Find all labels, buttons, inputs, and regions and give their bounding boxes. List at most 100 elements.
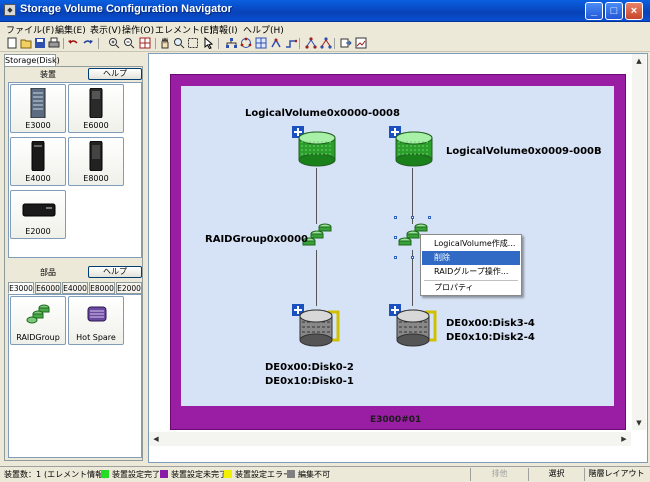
logical-volume-right-icon[interactable]	[389, 126, 435, 168]
app-icon[interactable]: ◆	[4, 4, 16, 16]
status-exclusive-mode: 排他	[470, 468, 528, 481]
vertical-scrollbar[interactable]: ▲ ▼	[632, 54, 646, 430]
print-icon[interactable]	[48, 37, 60, 49]
disk-right-label-2: DE0x10:Disk2-4	[446, 332, 535, 343]
device-label: E3000	[25, 121, 51, 130]
menu-info[interactable]: 情報(I)	[210, 23, 238, 36]
minimize-button[interactable]: _	[585, 2, 603, 20]
selection-handle[interactable]	[411, 216, 414, 219]
device-e6000-button[interactable]: E6000	[68, 84, 124, 133]
scroll-down-icon[interactable]: ▼	[632, 416, 646, 430]
selection-handle[interactable]	[394, 216, 397, 219]
connector-line	[316, 168, 317, 224]
parts-section-header: 部品 ヘルプ	[8, 266, 142, 279]
selection-handle[interactable]	[394, 236, 397, 239]
menu-element[interactable]: エレメント(E)	[155, 23, 213, 36]
fit-icon[interactable]	[139, 37, 151, 49]
marquee-icon[interactable]	[187, 37, 199, 49]
logical-volume-left-icon[interactable]	[292, 126, 338, 168]
status-bar: 装置数：1 (エレメント情報) 装置設定完了 装置設定未完了 装置設定エラー 編…	[0, 466, 650, 482]
menu-item-properties[interactable]: プロパティ	[422, 281, 520, 295]
raidgroup-icon	[26, 304, 50, 324]
selection-handle[interactable]	[428, 216, 431, 219]
menu-help[interactable]: ヘルプ(H)	[243, 23, 284, 36]
logical-volume-right-label: LogicalVolume0x0009-000B	[446, 146, 602, 157]
device-e3000-button[interactable]: E3000	[10, 84, 66, 133]
device-e2000-button[interactable]: E2000	[10, 190, 66, 239]
e8000-icon	[89, 141, 103, 171]
part-label: Hot Spare	[76, 333, 116, 342]
device-label: E4000	[25, 174, 51, 183]
parts-help-button[interactable]: ヘルプ	[88, 266, 142, 278]
hierarchy-icon[interactable]	[305, 37, 317, 49]
parts-palette: RAIDGroup Hot Spare	[8, 294, 142, 458]
disk-left-label-1: DE0x00:Disk0-2	[265, 362, 354, 373]
selection-handle[interactable]	[394, 256, 397, 259]
menu-operation[interactable]: 操作(O)	[122, 23, 154, 36]
grid-layout-icon[interactable]	[255, 37, 267, 49]
save-icon[interactable]	[34, 37, 46, 49]
device-help-button[interactable]: ヘルプ	[88, 68, 142, 80]
hierarchy-alt-icon[interactable]	[320, 37, 332, 49]
scroll-up-icon[interactable]: ▲	[632, 54, 646, 68]
maximize-button[interactable]: □	[605, 2, 623, 20]
device-section-header: 装置 ヘルプ	[8, 68, 142, 81]
tree-layout-icon[interactable]	[225, 37, 237, 49]
menu-item-raid-group-operation[interactable]: RAIDグループ操作...	[422, 265, 520, 279]
tab-e8000[interactable]: E8000	[89, 282, 115, 294]
menu-item-delete[interactable]: 削除	[422, 251, 520, 265]
disk-left-label-2: DE0x10:Disk0-1	[265, 376, 354, 387]
enclosure-label: E3000#01	[370, 415, 422, 425]
organic-layout-icon[interactable]	[270, 37, 282, 49]
connector-line	[316, 250, 317, 306]
menu-item-create-logical-volume[interactable]: LogicalVolume作成...	[422, 237, 520, 251]
tab-storage-disk[interactable]: Storage(Disk)	[4, 54, 60, 66]
status-layout-mode: 階層レイアウト	[584, 468, 648, 481]
new-icon[interactable]	[6, 37, 18, 49]
menu-file[interactable]: ファイル(F)	[6, 23, 54, 36]
tab-e4000[interactable]: E4000	[62, 282, 88, 294]
palette-body: 装置 ヘルプ E3000 E6000 E4000 E8000 E2000 部品 …	[4, 66, 143, 461]
toolbar	[0, 36, 650, 52]
tab-e3000[interactable]: E3000	[8, 282, 34, 294]
zoom-area-icon[interactable]	[173, 37, 185, 49]
pan-icon[interactable]	[159, 37, 171, 49]
context-menu: LogicalVolume作成... 削除 RAIDグループ操作... プロパテ…	[420, 234, 522, 296]
tab-e6000[interactable]: E6000	[35, 282, 61, 294]
menu-view[interactable]: 表示(V)	[90, 23, 121, 36]
device-e8000-button[interactable]: E8000	[68, 137, 124, 186]
tab-e2000[interactable]: E2000	[116, 282, 142, 294]
part-label: RAIDGroup	[16, 333, 60, 342]
selection-handle[interactable]	[411, 256, 414, 259]
disk-right-icon[interactable]	[389, 304, 441, 348]
circle-layout-icon[interactable]	[240, 37, 252, 49]
export-icon[interactable]	[340, 37, 352, 49]
device-palette: E3000 E6000 E4000 E8000 E2000	[8, 82, 142, 258]
undo-icon[interactable]	[67, 37, 79, 49]
redo-icon[interactable]	[82, 37, 94, 49]
open-icon[interactable]	[20, 37, 32, 49]
zoom-out-icon[interactable]	[123, 37, 135, 49]
zoom-in-icon[interactable]	[108, 37, 120, 49]
horizontal-scrollbar[interactable]: ◀ ▶	[149, 432, 631, 446]
scroll-left-icon[interactable]: ◀	[149, 432, 163, 446]
e4000-icon	[31, 141, 45, 171]
e3000-icon	[30, 88, 46, 118]
scroll-right-icon[interactable]: ▶	[617, 432, 631, 446]
legend-incomplete-label: 装置設定未完了	[171, 470, 227, 479]
disk-right-label-1: DE0x00:Disk3-4	[446, 318, 535, 329]
part-raidgroup-button[interactable]: RAIDGroup	[10, 296, 66, 345]
window-title: Storage Volume Configuration Navigator	[20, 3, 232, 15]
close-button[interactable]: ×	[625, 2, 643, 20]
disk-left-icon[interactable]	[292, 304, 344, 348]
status-select-mode: 選択	[528, 468, 584, 481]
chart-icon[interactable]	[355, 37, 367, 49]
menu-edit[interactable]: 編集(E)	[55, 23, 86, 36]
orthogonal-layout-icon[interactable]	[285, 37, 297, 49]
select-pointer-icon[interactable]	[203, 37, 215, 49]
device-label: E2000	[25, 227, 51, 236]
device-e4000-button[interactable]: E4000	[10, 137, 66, 186]
part-hot-spare-button[interactable]: Hot Spare	[68, 296, 124, 345]
hot-spare-icon	[87, 306, 107, 322]
e2000-icon	[22, 203, 56, 217]
